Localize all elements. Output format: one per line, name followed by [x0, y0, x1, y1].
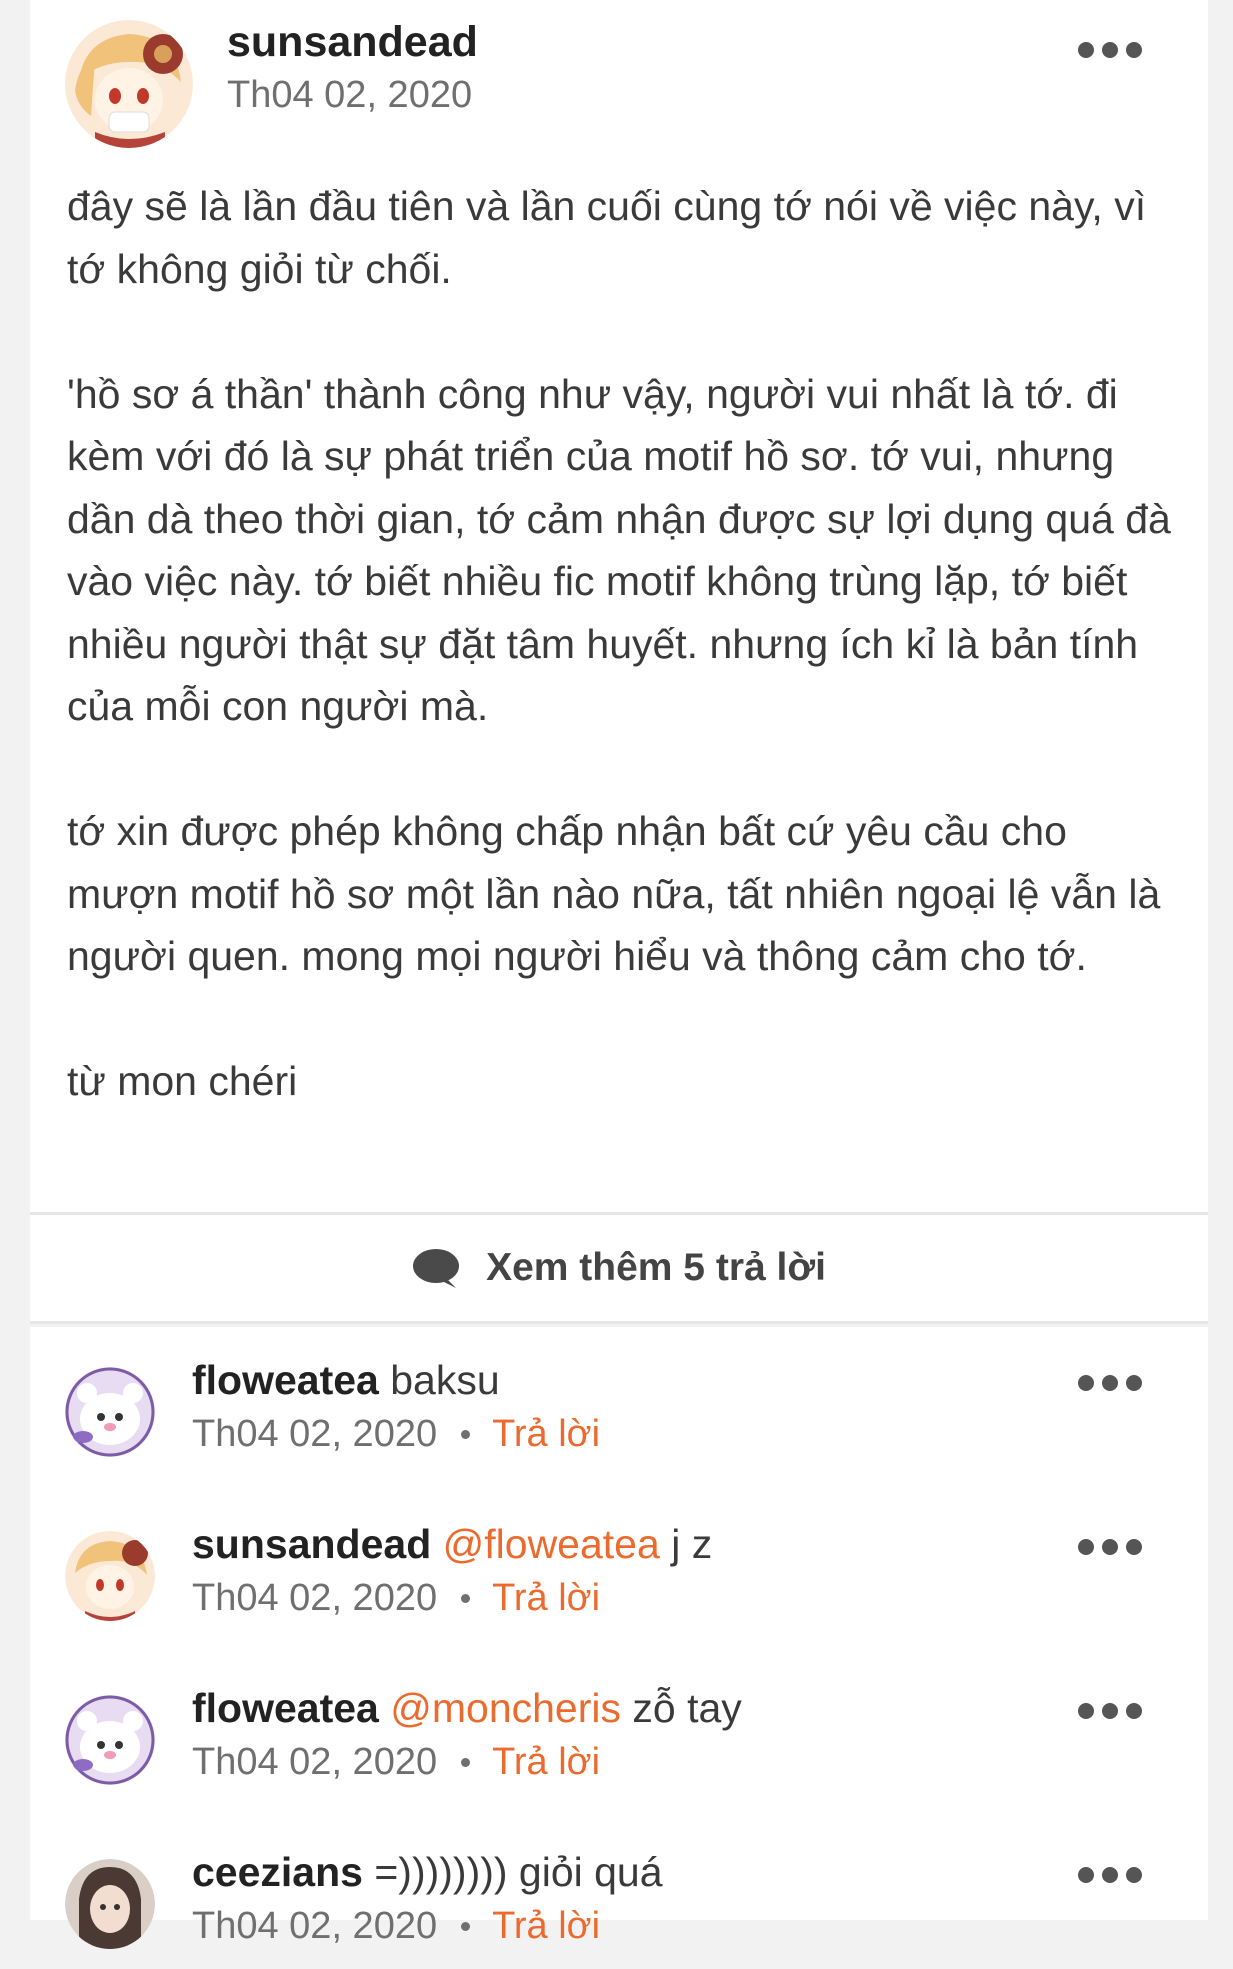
reply-mention[interactable]: @floweatea [443, 1521, 660, 1567]
avatar[interactable] [65, 1695, 155, 1785]
reply-item: ceezians =)))))))) giỏi quá Th04 02, 202… [30, 1819, 1208, 1969]
reply-date: Th04 02, 2020 [192, 1577, 438, 1619]
post-body: đây sẽ là lần đầu tiên và lần cuối cùng … [67, 175, 1187, 1113]
separator-dot [461, 1430, 471, 1439]
avatar[interactable] [65, 1859, 155, 1949]
reply-meta: Th04 02, 2020 Trả lời [192, 1577, 600, 1620]
post-card: sunsandead Th04 02, 2020 đây sẽ là lần đ… [30, 0, 1208, 1212]
chat-bubble-icon [413, 1249, 460, 1288]
reply-item: floweatea baksu Th04 02, 2020 Trả lời [30, 1327, 1208, 1477]
view-more-replies-label: Xem thêm 5 trả lời [486, 1246, 826, 1289]
reply-date: Th04 02, 2020 [192, 1905, 438, 1947]
reply-text: ceezians =)))))))) giỏi quá [192, 1849, 663, 1896]
post-paragraph: đây sẽ là lần đầu tiên và lần cuối cùng … [67, 183, 1147, 292]
avatar-image [65, 1859, 155, 1949]
more-options-icon[interactable] [1078, 42, 1142, 58]
reply-date: Th04 02, 2020 [192, 1741, 438, 1783]
separator-dot [461, 1922, 471, 1931]
avatar-image [65, 20, 193, 148]
more-options-icon[interactable] [1078, 1375, 1142, 1391]
post-date: Th04 02, 2020 [227, 74, 473, 116]
more-options-icon[interactable] [1078, 1867, 1142, 1883]
reply-message: j z [671, 1521, 713, 1567]
avatar-image [65, 1367, 155, 1457]
replies-list: floweatea baksu Th04 02, 2020 Trả lời su… [30, 1327, 1208, 1949]
post-signature: từ mon chéri [67, 1058, 298, 1104]
post-author[interactable]: sunsandead [227, 18, 478, 67]
reply-button[interactable]: Trả lời [492, 1905, 600, 1948]
view-more-replies-button[interactable]: Xem thêm 5 trả lời [30, 1212, 1208, 1324]
reply-meta: Th04 02, 2020 Trả lời [192, 1741, 600, 1784]
reply-meta: Th04 02, 2020 Trả lời [192, 1905, 600, 1948]
reply-text: sunsandead @floweatea j z [192, 1521, 712, 1568]
avatar-image [65, 1695, 155, 1785]
reply-item: sunsandead @floweatea j z Th04 02, 2020 … [30, 1491, 1208, 1641]
reply-date: Th04 02, 2020 [192, 1413, 438, 1455]
reply-username[interactable]: ceezians [192, 1849, 363, 1895]
more-options-icon[interactable] [1078, 1539, 1142, 1555]
avatar[interactable] [65, 20, 193, 148]
reply-item: floweatea @moncheris zỗ tay Th04 02, 202… [30, 1655, 1208, 1805]
reply-text: floweatea baksu [192, 1357, 500, 1404]
reply-username[interactable]: floweatea [192, 1357, 379, 1403]
avatar-image [65, 1531, 155, 1621]
reply-button[interactable]: Trả lời [492, 1741, 600, 1784]
reply-button[interactable]: Trả lời [492, 1577, 600, 1620]
separator-dot [461, 1594, 471, 1603]
more-options-icon[interactable] [1078, 1703, 1142, 1719]
reply-text: floweatea @moncheris zỗ tay [192, 1685, 742, 1732]
reply-username[interactable]: floweatea [192, 1685, 379, 1731]
reply-message: baksu [390, 1357, 500, 1403]
reply-message: =)))))))) giỏi quá [374, 1849, 663, 1895]
reply-mention[interactable]: @moncheris [390, 1685, 621, 1731]
post-paragraph: tớ xin được phép không chấp nhận bất cứ … [67, 808, 1161, 979]
reply-username[interactable]: sunsandead [192, 1521, 431, 1567]
reply-meta: Th04 02, 2020 Trả lời [192, 1413, 600, 1456]
reply-message: zỗ tay [632, 1685, 742, 1731]
avatar[interactable] [65, 1531, 155, 1621]
reply-button[interactable]: Trả lời [492, 1413, 600, 1456]
separator-dot [461, 1758, 471, 1767]
avatar[interactable] [65, 1367, 155, 1457]
post-paragraph: 'hồ sơ á thần' thành công như vậy, người… [67, 370, 1171, 730]
